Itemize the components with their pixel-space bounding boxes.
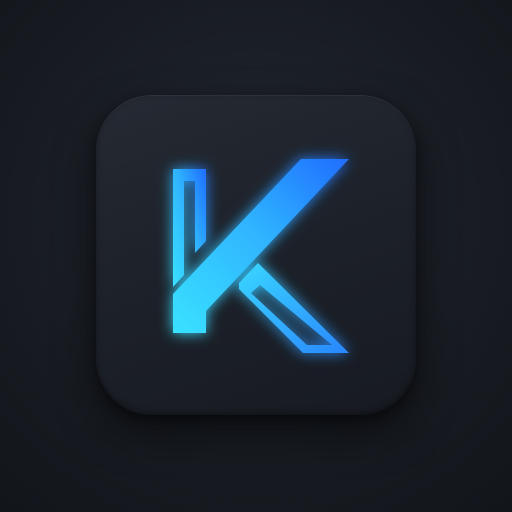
app-icon-tile[interactable] (96, 95, 416, 415)
letter-k-logo-icon (173, 159, 349, 353)
k-lower-leg (239, 263, 349, 353)
k-glyph (173, 159, 349, 353)
app-icon-scene (0, 0, 512, 512)
